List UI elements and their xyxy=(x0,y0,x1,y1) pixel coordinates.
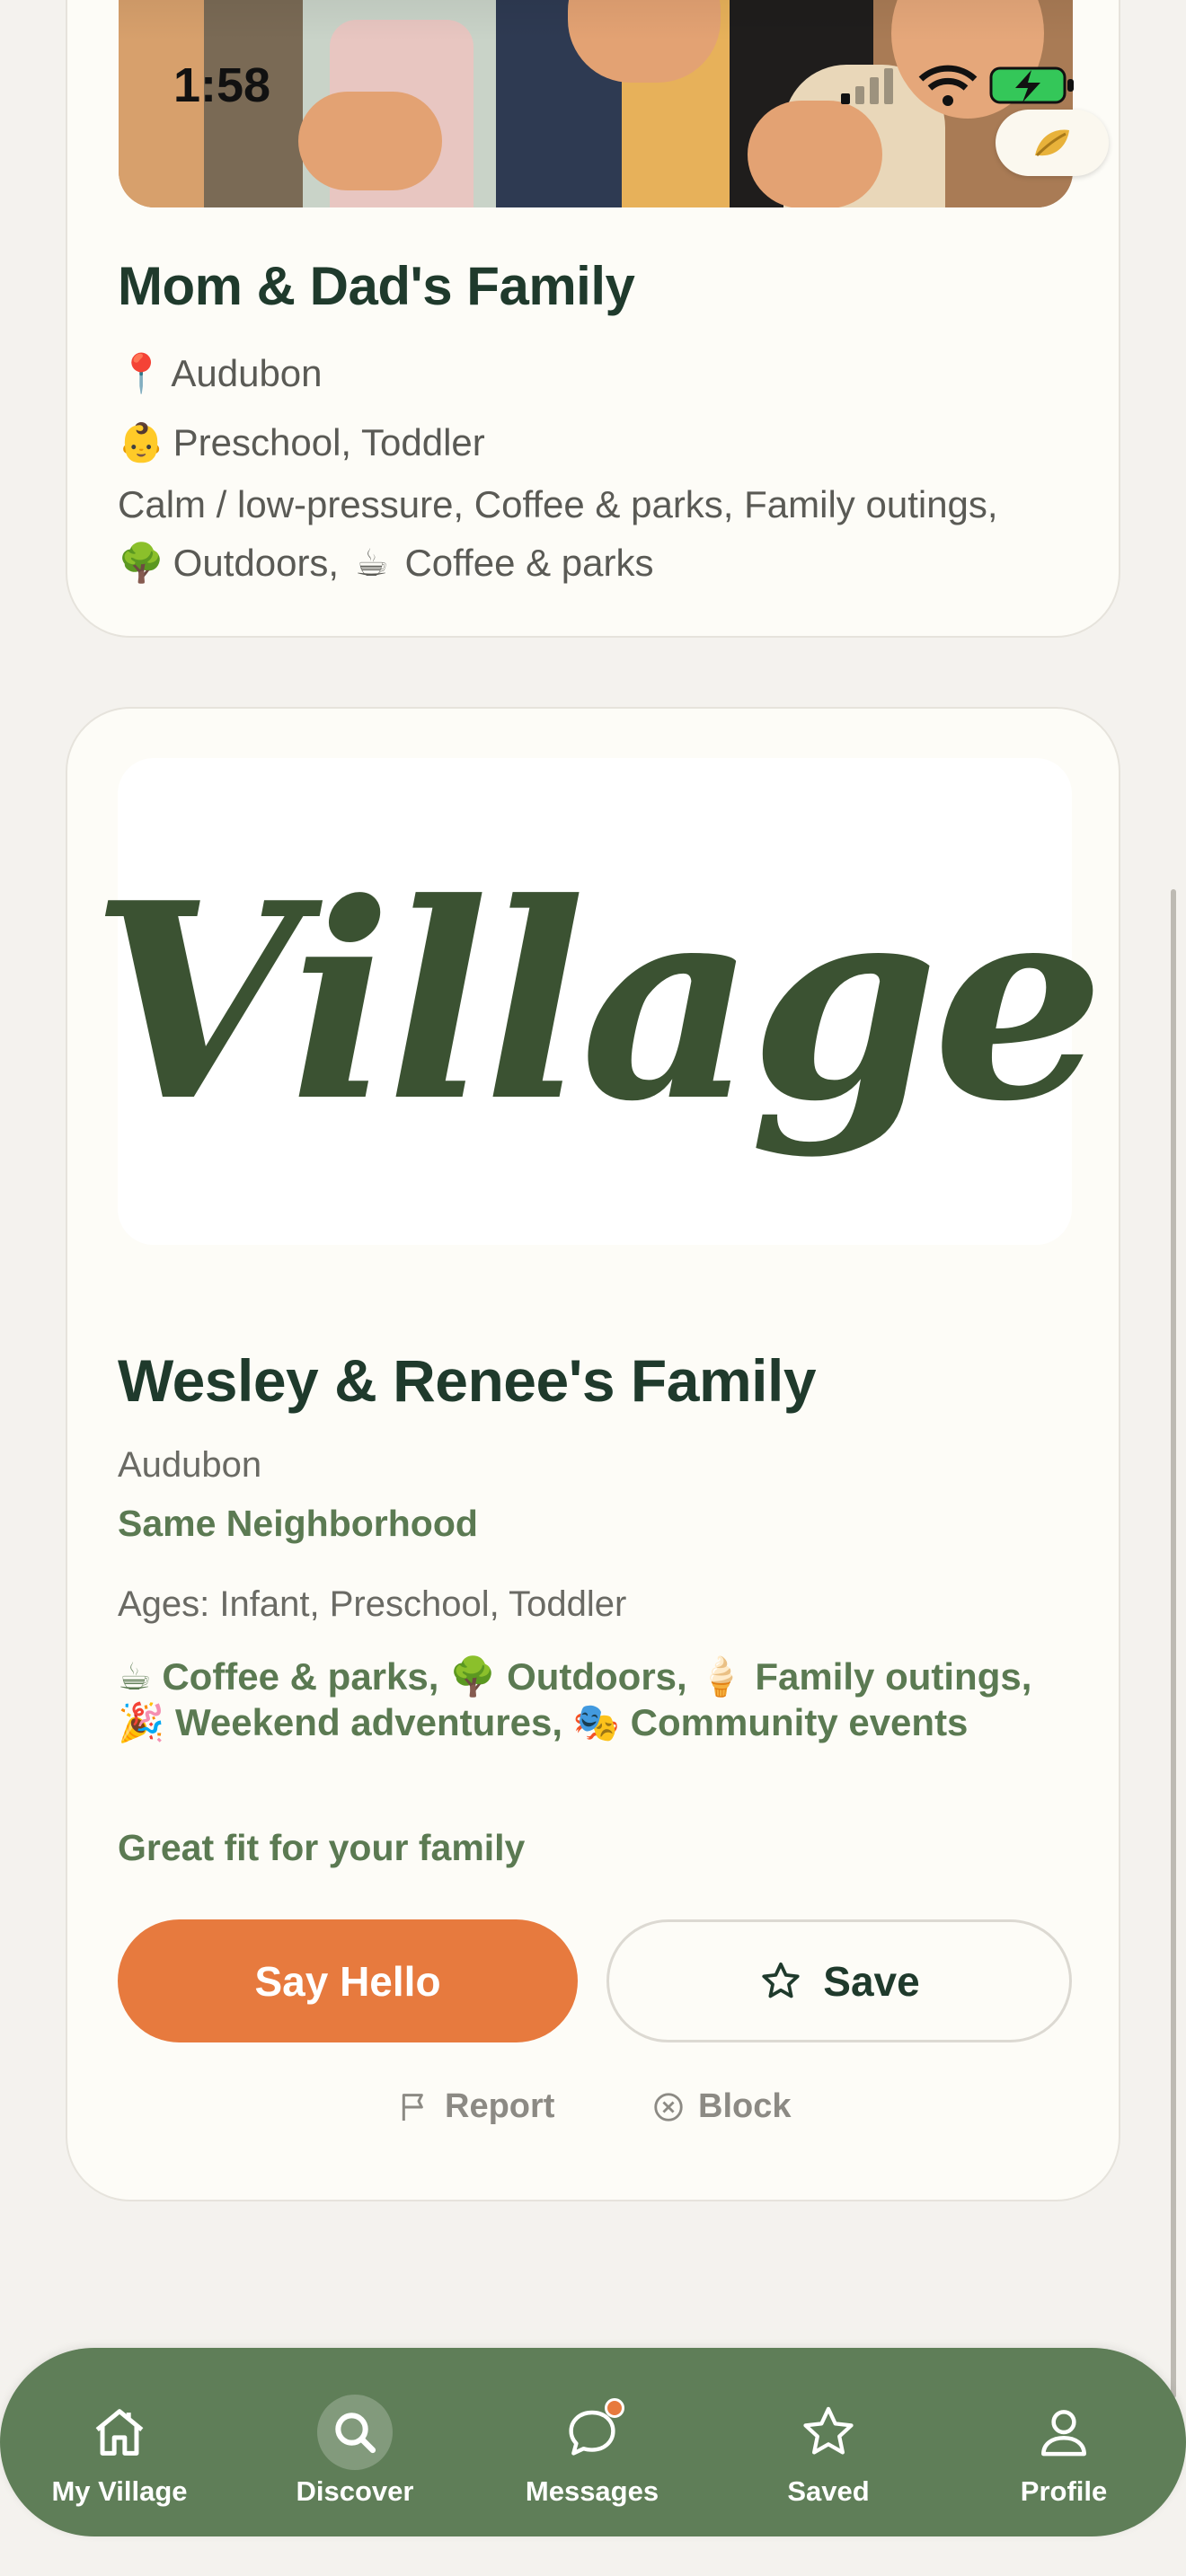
person-icon xyxy=(1041,2410,1086,2457)
tab-saved[interactable]: Saved xyxy=(730,2348,927,2536)
flag-icon xyxy=(402,2093,423,2121)
family-card[interactable]: Village Wesley & Renee's Family Audubon … xyxy=(66,707,1120,2201)
tab-label: Profile xyxy=(1020,2475,1108,2507)
scrollbar[interactable] xyxy=(1171,889,1176,2398)
family-name: Mom & Dad's Family xyxy=(118,256,635,316)
home-icon xyxy=(95,2409,144,2456)
tag-label: Family outings, xyxy=(755,1655,1032,1698)
wifi-icon xyxy=(918,65,978,106)
search-icon xyxy=(335,2413,376,2454)
block-icon xyxy=(654,2092,683,2122)
say-hello-button[interactable]: Say Hello xyxy=(118,1919,578,2042)
coffee-icon: ☕ xyxy=(118,1655,152,1698)
report-button[interactable]: Report xyxy=(396,2087,554,2126)
block-label: Block xyxy=(698,2087,792,2125)
tab-label: Discover xyxy=(296,2475,414,2507)
leaf-icon xyxy=(1035,129,1069,157)
status-time: 1:58 xyxy=(173,58,271,112)
tag-label: Outdoors, xyxy=(507,1655,687,1698)
tag-label: Weekend adventures, xyxy=(174,1701,563,1743)
theater-masks-icon: 🎭 xyxy=(572,1701,620,1743)
tags-text: Calm / low-pressure, Coffee & parks, Fam… xyxy=(118,483,998,525)
tab-messages[interactable]: Messages xyxy=(493,2348,691,2536)
family-tags: Calm / low-pressure, Coffee & parks, Fam… xyxy=(118,475,1034,592)
save-label: Save xyxy=(823,1957,920,2005)
baby-icon: 👶 xyxy=(118,421,165,463)
block-button[interactable]: Block xyxy=(651,2087,791,2126)
pin-icon: 📍 xyxy=(118,352,165,394)
unread-badge xyxy=(605,2398,624,2418)
star-icon xyxy=(803,2406,854,2455)
tags-text: Outdoors, xyxy=(173,542,340,584)
coffee-icon: ☕ xyxy=(354,542,389,584)
save-button[interactable]: Save xyxy=(606,1919,1072,2042)
family-location: 📍 Audubon xyxy=(118,352,323,396)
tag-label: Community events xyxy=(630,1701,969,1743)
leaf-badge-button[interactable] xyxy=(996,110,1109,176)
status-icons xyxy=(836,63,1078,108)
tag-label: Coffee & parks, xyxy=(162,1655,439,1698)
neighborhood-badge: Same Neighborhood xyxy=(118,1503,478,1544)
cellular-signal-icon xyxy=(841,68,893,104)
tab-my-village[interactable]: My Village xyxy=(21,2348,218,2536)
battery-charging-icon xyxy=(989,66,1074,104)
family-ages: Ages: Infant, Preschool, Toddler xyxy=(118,1584,627,1624)
tab-label: Messages xyxy=(525,2475,659,2507)
family-location: Audubon xyxy=(118,1445,262,1485)
family-name: Wesley & Renee's Family xyxy=(118,1347,817,1414)
ice-cream-icon: 🍦 xyxy=(697,1655,745,1698)
report-label: Report xyxy=(445,2087,555,2125)
tab-label: Saved xyxy=(787,2475,870,2507)
fit-indicator: Great fit for your family xyxy=(118,1827,526,1868)
tree-icon: 🌳 xyxy=(449,1655,497,1698)
bottom-tab-bar: My Village Discover Messages Saved Profi… xyxy=(0,2348,1186,2536)
tree-icon: 🌳 xyxy=(118,542,165,584)
family-ages: 👶 Preschool, Toddler xyxy=(118,421,485,465)
tab-discover[interactable]: Discover xyxy=(256,2348,454,2536)
family-photo-placeholder: Village xyxy=(91,758,1104,1245)
ages-text: Preschool, Toddler xyxy=(173,421,485,463)
location-text: Audubon xyxy=(171,352,323,394)
tags-text: Coffee & parks xyxy=(404,542,654,584)
village-logo: Village xyxy=(90,842,1104,1160)
family-tags: ☕ Coffee & parks, 🌳 Outdoors, 🍦 Family o… xyxy=(118,1654,1070,1745)
discover-screen: Mom & Dad's Family 📍 Audubon 👶 Preschool… xyxy=(0,0,1186,2576)
star-icon xyxy=(762,1962,800,1998)
tab-label: My Village xyxy=(51,2475,188,2507)
party-popper-icon: 🎉 xyxy=(118,1701,165,1743)
tab-profile[interactable]: Profile xyxy=(965,2348,1163,2536)
